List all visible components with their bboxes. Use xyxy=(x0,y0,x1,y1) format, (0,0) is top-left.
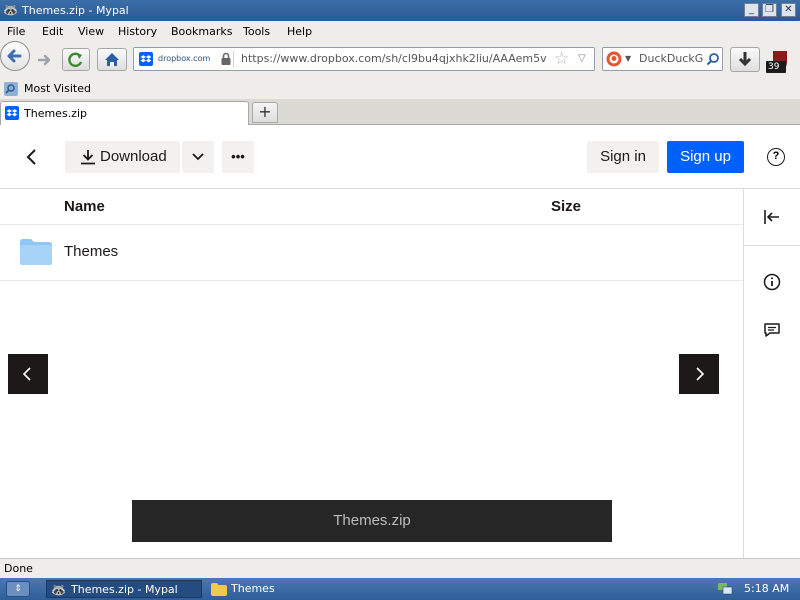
help-button[interactable]: ? xyxy=(767,148,785,166)
sign-up-button[interactable]: Sign up xyxy=(667,141,744,173)
page-content: Download ••• Sign in Sign up ? Name Size… xyxy=(0,125,800,558)
addon-button[interactable]: 39 xyxy=(765,49,795,75)
tab-strip: Themes.zip + xyxy=(0,99,800,125)
chevron-right-icon xyxy=(696,367,705,381)
search-icon[interactable] xyxy=(706,52,720,66)
status-bar: Done xyxy=(0,558,800,578)
network-tray-icon[interactable] xyxy=(717,582,733,596)
taskbar-task-mypal[interactable]: 🦝 Themes.zip - Mypal xyxy=(46,580,202,598)
home-button[interactable] xyxy=(97,48,127,71)
reload-icon xyxy=(68,52,83,68)
start-button[interactable]: ⇕ xyxy=(6,581,30,597)
search-engine-dropdown-icon[interactable]: ▼ xyxy=(625,52,631,66)
plus-icon: + xyxy=(258,102,272,121)
download-icon xyxy=(81,150,95,165)
downloads-button[interactable] xyxy=(730,47,760,72)
comment-icon[interactable] xyxy=(763,321,781,339)
menu-file[interactable]: File xyxy=(7,25,25,38)
download-button-label: Download xyxy=(100,148,167,165)
taskbar-folder-icon xyxy=(211,583,227,596)
navigation-toolbar: dropbox.com https://www.dropbox.com/sh/c… xyxy=(0,41,800,78)
mypal-app-icon: 🦝 xyxy=(3,3,18,17)
collapse-panel-icon[interactable] xyxy=(763,208,781,226)
new-tab-button[interactable]: + xyxy=(252,102,278,123)
file-name-toast: Themes.zip xyxy=(132,500,612,542)
next-file-button[interactable] xyxy=(679,354,719,394)
menu-tools[interactable]: Tools xyxy=(243,25,270,38)
tab-label: Themes.zip xyxy=(24,107,87,120)
download-button[interactable]: Download xyxy=(65,141,180,173)
duckduckgo-engine-icon xyxy=(606,51,622,67)
close-window-button[interactable]: ✕ xyxy=(781,3,796,17)
minimize-button[interactable]: _ xyxy=(744,3,759,17)
menu-history[interactable]: History xyxy=(118,25,157,38)
help-icon: ? xyxy=(772,150,780,162)
most-visited-bookmark[interactable]: Most Visited xyxy=(3,81,103,97)
previous-file-button[interactable] xyxy=(8,354,48,394)
lock-icon xyxy=(221,52,231,65)
window-title: Themes.zip - Mypal xyxy=(22,4,129,17)
menubar: File Edit View History Bookmarks Tools H… xyxy=(0,21,800,41)
site-badge-label: dropbox.com xyxy=(158,54,211,63)
status-text: Done xyxy=(4,562,33,575)
window-titlebar: 🦝 Themes.zip - Mypal _ ❐ ✕ xyxy=(0,0,800,21)
bookmark-star-icon[interactable]: ☆ xyxy=(554,49,569,69)
search-input-placeholder: DuckDuckGo xyxy=(639,52,703,65)
column-header-size[interactable]: Size xyxy=(551,189,581,224)
menu-view[interactable]: View xyxy=(78,25,104,38)
start-menu-icon: ⇕ xyxy=(14,584,22,594)
download-options-button[interactable] xyxy=(182,141,214,173)
bookmarks-toolbar: Most Visited xyxy=(0,78,800,99)
url-dropdown-icon[interactable]: ▽ xyxy=(578,51,586,67)
clock: 5:18 AM xyxy=(744,582,790,595)
taskbar-task-themes-label: Themes xyxy=(231,582,275,595)
most-visited-folder-icon xyxy=(4,82,18,96)
back-button[interactable] xyxy=(0,41,30,71)
info-icon[interactable] xyxy=(763,273,781,291)
more-actions-button[interactable]: ••• xyxy=(222,141,254,173)
search-bar[interactable]: ▼ DuckDuckGo xyxy=(602,47,723,71)
forward-arrow-icon xyxy=(37,54,51,66)
back-arrow-icon xyxy=(7,49,22,63)
url-bar[interactable]: dropbox.com https://www.dropbox.com/sh/c… xyxy=(133,47,595,71)
url-text: https://www.dropbox.com/sh/cl9bu4qjxhk2l… xyxy=(241,52,547,65)
back-chevron-icon[interactable] xyxy=(22,147,42,167)
taskbar: ⇕ 🦝 Themes.zip - Mypal Themes 5:18 AM xyxy=(0,578,800,600)
file-row-name: Themes xyxy=(64,243,119,260)
folder-icon xyxy=(20,239,52,265)
side-panel-divider xyxy=(744,245,800,246)
taskbar-mypal-icon: 🦝 xyxy=(51,583,66,597)
tab-themes-zip[interactable]: Themes.zip xyxy=(0,101,249,125)
maximize-button[interactable]: ❐ xyxy=(762,3,777,17)
forward-button[interactable] xyxy=(36,51,54,69)
site-identity-badge[interactable]: dropbox.com xyxy=(137,51,234,67)
network-icon xyxy=(718,583,733,595)
reload-button[interactable] xyxy=(62,48,90,71)
file-row[interactable]: Themes xyxy=(0,224,743,281)
column-header-name[interactable]: Name xyxy=(64,189,105,224)
downloads-count-badge: 39 xyxy=(768,62,780,72)
taskbar-task-themes[interactable]: Themes xyxy=(207,580,357,598)
taskbar-task-mypal-label: Themes.zip - Mypal xyxy=(71,583,178,596)
most-visited-label: Most Visited xyxy=(24,82,91,95)
chevron-left-icon xyxy=(22,367,31,381)
sign-in-button[interactable]: Sign in xyxy=(587,141,659,173)
menu-bookmarks[interactable]: Bookmarks xyxy=(171,25,232,38)
download-arrow-icon xyxy=(738,52,752,67)
file-preview-header: Download ••• Sign in Sign up ? xyxy=(0,125,800,189)
side-panel xyxy=(743,189,800,558)
tab-dropbox-favicon-icon xyxy=(5,106,19,120)
chevron-down-icon xyxy=(192,153,204,161)
dropbox-favicon-icon xyxy=(139,52,153,66)
menu-help[interactable]: Help xyxy=(287,25,312,38)
home-icon xyxy=(105,53,119,66)
menu-edit[interactable]: Edit xyxy=(42,25,63,38)
